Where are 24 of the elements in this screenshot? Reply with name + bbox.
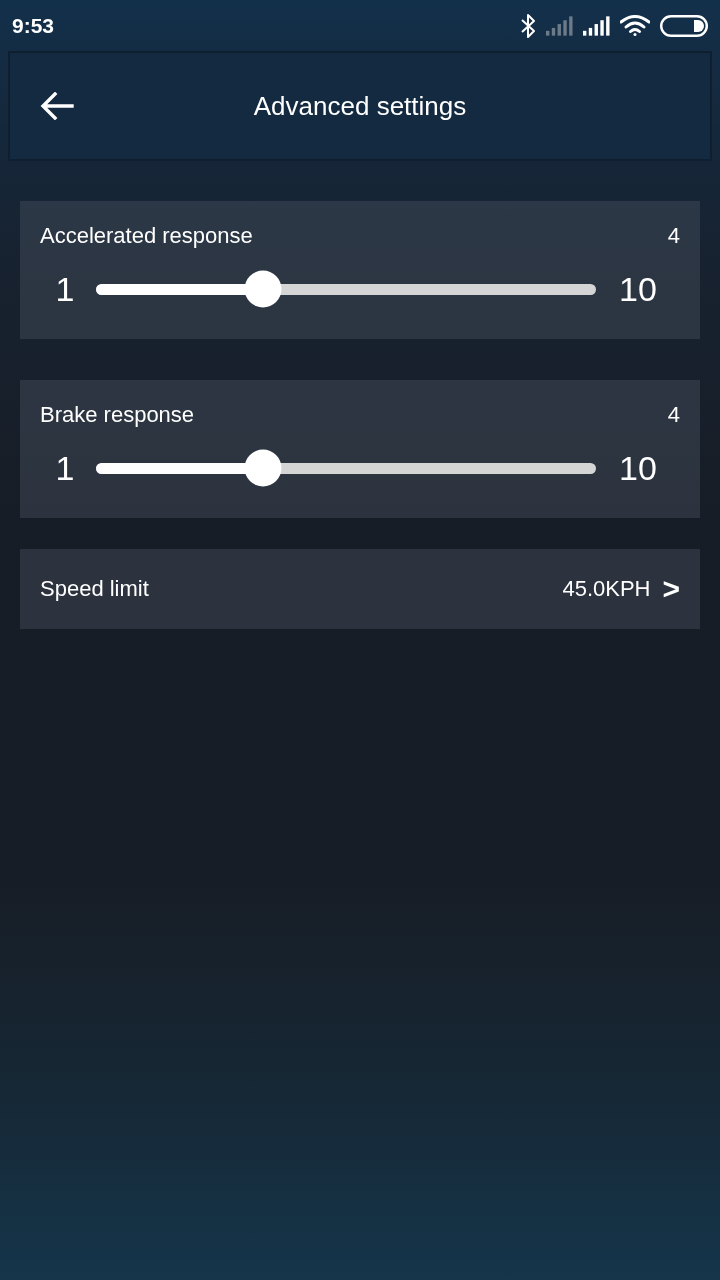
setting-value: 45.0KPH bbox=[562, 576, 651, 602]
slider-max-label: 10 bbox=[618, 269, 658, 309]
page-title: Advanced settings bbox=[253, 90, 467, 122]
setting-value: 4 bbox=[667, 402, 680, 428]
setting-label: Speed limit bbox=[40, 576, 149, 602]
slider-max-label: 10 bbox=[618, 448, 658, 488]
slider-track[interactable] bbox=[96, 283, 596, 295]
setting-value: 4 bbox=[667, 223, 680, 249]
back-arrow-icon bbox=[40, 92, 74, 120]
setting-label: Brake response bbox=[40, 402, 195, 428]
status-time: 9:53 bbox=[12, 14, 55, 38]
speed-limit-row[interactable]: Speed limit 45.0KPH > bbox=[20, 549, 700, 629]
chevron-icon: > bbox=[662, 574, 680, 604]
setting-label: Accelerated response bbox=[40, 223, 253, 249]
slider-min-label: 1 bbox=[54, 269, 76, 309]
bluetooth-icon bbox=[519, 12, 537, 39]
wifi-icon bbox=[620, 15, 650, 36]
signal-icon bbox=[583, 15, 610, 36]
slider-thumb[interactable] bbox=[244, 270, 281, 308]
signal-icon bbox=[546, 15, 573, 36]
battery-icon bbox=[660, 14, 708, 37]
slider-min-label: 1 bbox=[54, 448, 76, 488]
slider-thumb[interactable] bbox=[244, 449, 281, 487]
slider-track[interactable] bbox=[96, 462, 596, 474]
